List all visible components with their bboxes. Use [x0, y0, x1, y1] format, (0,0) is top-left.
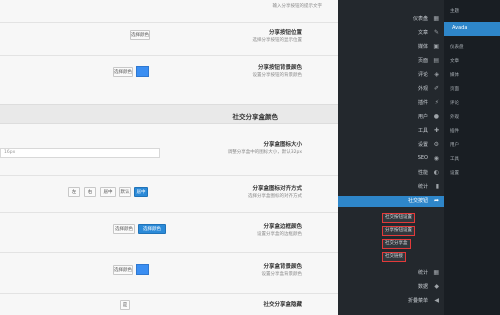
align-desc: 选择分享盒图标的对齐方式 [248, 194, 302, 199]
bottom-label: 社交分享盒隐藏 [263, 302, 302, 308]
align-option-default[interactable]: 默认 [119, 187, 131, 197]
sidebar-collapse[interactable]: 折叠菜单 ◀ [338, 296, 444, 307]
row-label: 分享盒背景颜色 [263, 264, 302, 270]
comment-icon: ◈ [434, 71, 439, 78]
align-option-center[interactable]: 居中 [100, 187, 116, 197]
row-label: 分享盒边框颜色 [263, 224, 302, 230]
sidebar-item[interactable]: 性能 ◐ [338, 168, 444, 179]
toggle-button[interactable]: 是 [120, 300, 130, 310]
sidebar-item[interactable]: 工具 ✚ [338, 126, 444, 137]
strip-item[interactable]: 主题 [450, 8, 459, 14]
chart-icon: ▮ [435, 183, 439, 190]
color-picker-button[interactable]: 选择颜色 [113, 265, 133, 275]
post-icon: ✎ [433, 29, 439, 36]
strip-item[interactable]: 用户 [450, 142, 459, 148]
size-desc: 调整分享盒中的图标大小，默认32px [227, 150, 302, 155]
strip-item[interactable]: 外观 [450, 114, 459, 120]
divider [0, 212, 338, 213]
strip-item[interactable]: 媒体 [450, 72, 459, 78]
size-label: 分享盒图标大小 [263, 142, 302, 148]
sidebar-item[interactable]: 插件 ⚡ [338, 98, 444, 109]
sidebar-item[interactable]: 用户 ● [338, 112, 444, 123]
strip-item[interactable]: 设置 [450, 170, 459, 176]
speed-icon: ◐ [433, 169, 439, 176]
divider [0, 293, 338, 294]
align-option-right[interactable]: 右 [84, 187, 96, 197]
color-picker-button-active[interactable]: 选择颜色 [138, 224, 166, 234]
strip-item-active[interactable]: Avada [444, 22, 500, 36]
align-option-left[interactable]: 左 [68, 187, 80, 197]
divider [0, 22, 338, 23]
row-desc: 设置分享盒背景颜色 [261, 272, 303, 277]
divider [0, 252, 338, 253]
sidebar-item[interactable]: 统计 ▮ [338, 182, 444, 193]
color-picker-button[interactable]: 选择颜色 [130, 30, 150, 40]
sidebar-item[interactable]: 媒体 ▣ [338, 42, 444, 53]
row-desc: 选择分享按钮的显示位置 [252, 38, 303, 43]
strip-item[interactable]: 工具 [450, 156, 459, 162]
media-icon: ▣ [433, 43, 439, 50]
secondary-sidebar: 主题 Avada 仪表盘 文章 媒体 页面 评论 外观 插件 用户 工具 设置 [444, 0, 500, 315]
color-swatch[interactable] [136, 66, 149, 77]
strip-item[interactable]: 评论 [450, 100, 459, 106]
settings-panel: 输入分享按钮的提示文字 分享按钮位置 选择分享按钮的显示位置 选择颜色 分享按钮… [0, 0, 338, 315]
strip-item[interactable]: 插件 [450, 128, 459, 134]
section-header: 社交分享盒颜色 [0, 104, 338, 124]
sidebar-item[interactable]: 设置 ⚙ [338, 140, 444, 151]
divider [0, 175, 338, 176]
user-icon: ● [433, 113, 439, 120]
submenu-item-4[interactable]: 社交链接 [382, 252, 406, 262]
row-desc: 设置分享按钮的背景颜色 [252, 73, 303, 78]
stats-icon: ▦ [433, 269, 439, 276]
strip-item[interactable]: 仪表盘 [450, 44, 464, 50]
color-picker-button[interactable]: 选择颜色 [113, 224, 135, 234]
sidebar-item-active[interactable]: 社交按钮 ➦ [338, 196, 444, 207]
strip-item[interactable]: 文章 [450, 58, 459, 64]
row-label: 分享按钮背景颜色 [257, 65, 302, 71]
top-note: 输入分享按钮的提示文字 [272, 4, 323, 9]
sidebar-item[interactable]: 页面 ▤ [338, 56, 444, 67]
sidebar-item[interactable]: 仪表盘 ▦ [338, 14, 444, 25]
submenu-item-1[interactable]: 社交按钮设置 [382, 213, 415, 223]
strip-item[interactable]: 页面 [450, 86, 459, 92]
sidebar-item[interactable]: SEO ◉ [338, 154, 444, 165]
row-label: 分享按钮位置 [268, 30, 302, 36]
page-icon: ▤ [433, 57, 439, 64]
sidebar-item[interactable]: 外观 ✐ [338, 84, 444, 95]
sidebar-item[interactable]: 文章 ✎ [338, 28, 444, 39]
color-picker-button[interactable]: 选择颜色 [113, 67, 133, 77]
share-icon: ➦ [433, 197, 439, 204]
submenu-item-3[interactable]: 社交分享盒 [382, 239, 411, 249]
seo-icon: ◉ [433, 155, 439, 162]
align-label: 分享盒图标对齐方式 [252, 186, 302, 192]
plug-icon: ⚡ [434, 99, 439, 106]
section-title: 社交分享盒颜色 [232, 113, 279, 121]
sidebar-item[interactable]: 数据 ◆ [338, 282, 444, 293]
icon-size-input[interactable]: 16px [0, 148, 160, 158]
collapse-icon: ◀ [434, 297, 439, 304]
divider [0, 55, 338, 56]
row-desc: 设置分享盒的边框颜色 [257, 232, 302, 237]
gear-icon: ⚙ [433, 141, 439, 148]
align-option-selected[interactable]: 居中 [134, 187, 148, 197]
tool-icon: ✚ [433, 127, 439, 134]
admin-sidebar: 仪表盘 ▦ 文章 ✎ 媒体 ▣ 页面 ▤ 评论 ◈ 外观 ✐ 插件 ⚡ 用户 ● 工具 ✚ 设置 ⚙… [338, 0, 444, 315]
sidebar-item[interactable]: 统计 ▦ [338, 268, 444, 279]
data-icon: ◆ [434, 283, 439, 290]
dashboard-icon: ▦ [433, 15, 439, 22]
sidebar-item[interactable]: 评论 ◈ [338, 70, 444, 81]
paint-icon: ✐ [433, 85, 439, 92]
submenu-item-2[interactable]: 分享按钮设置 [382, 226, 415, 236]
color-swatch[interactable] [136, 264, 149, 275]
